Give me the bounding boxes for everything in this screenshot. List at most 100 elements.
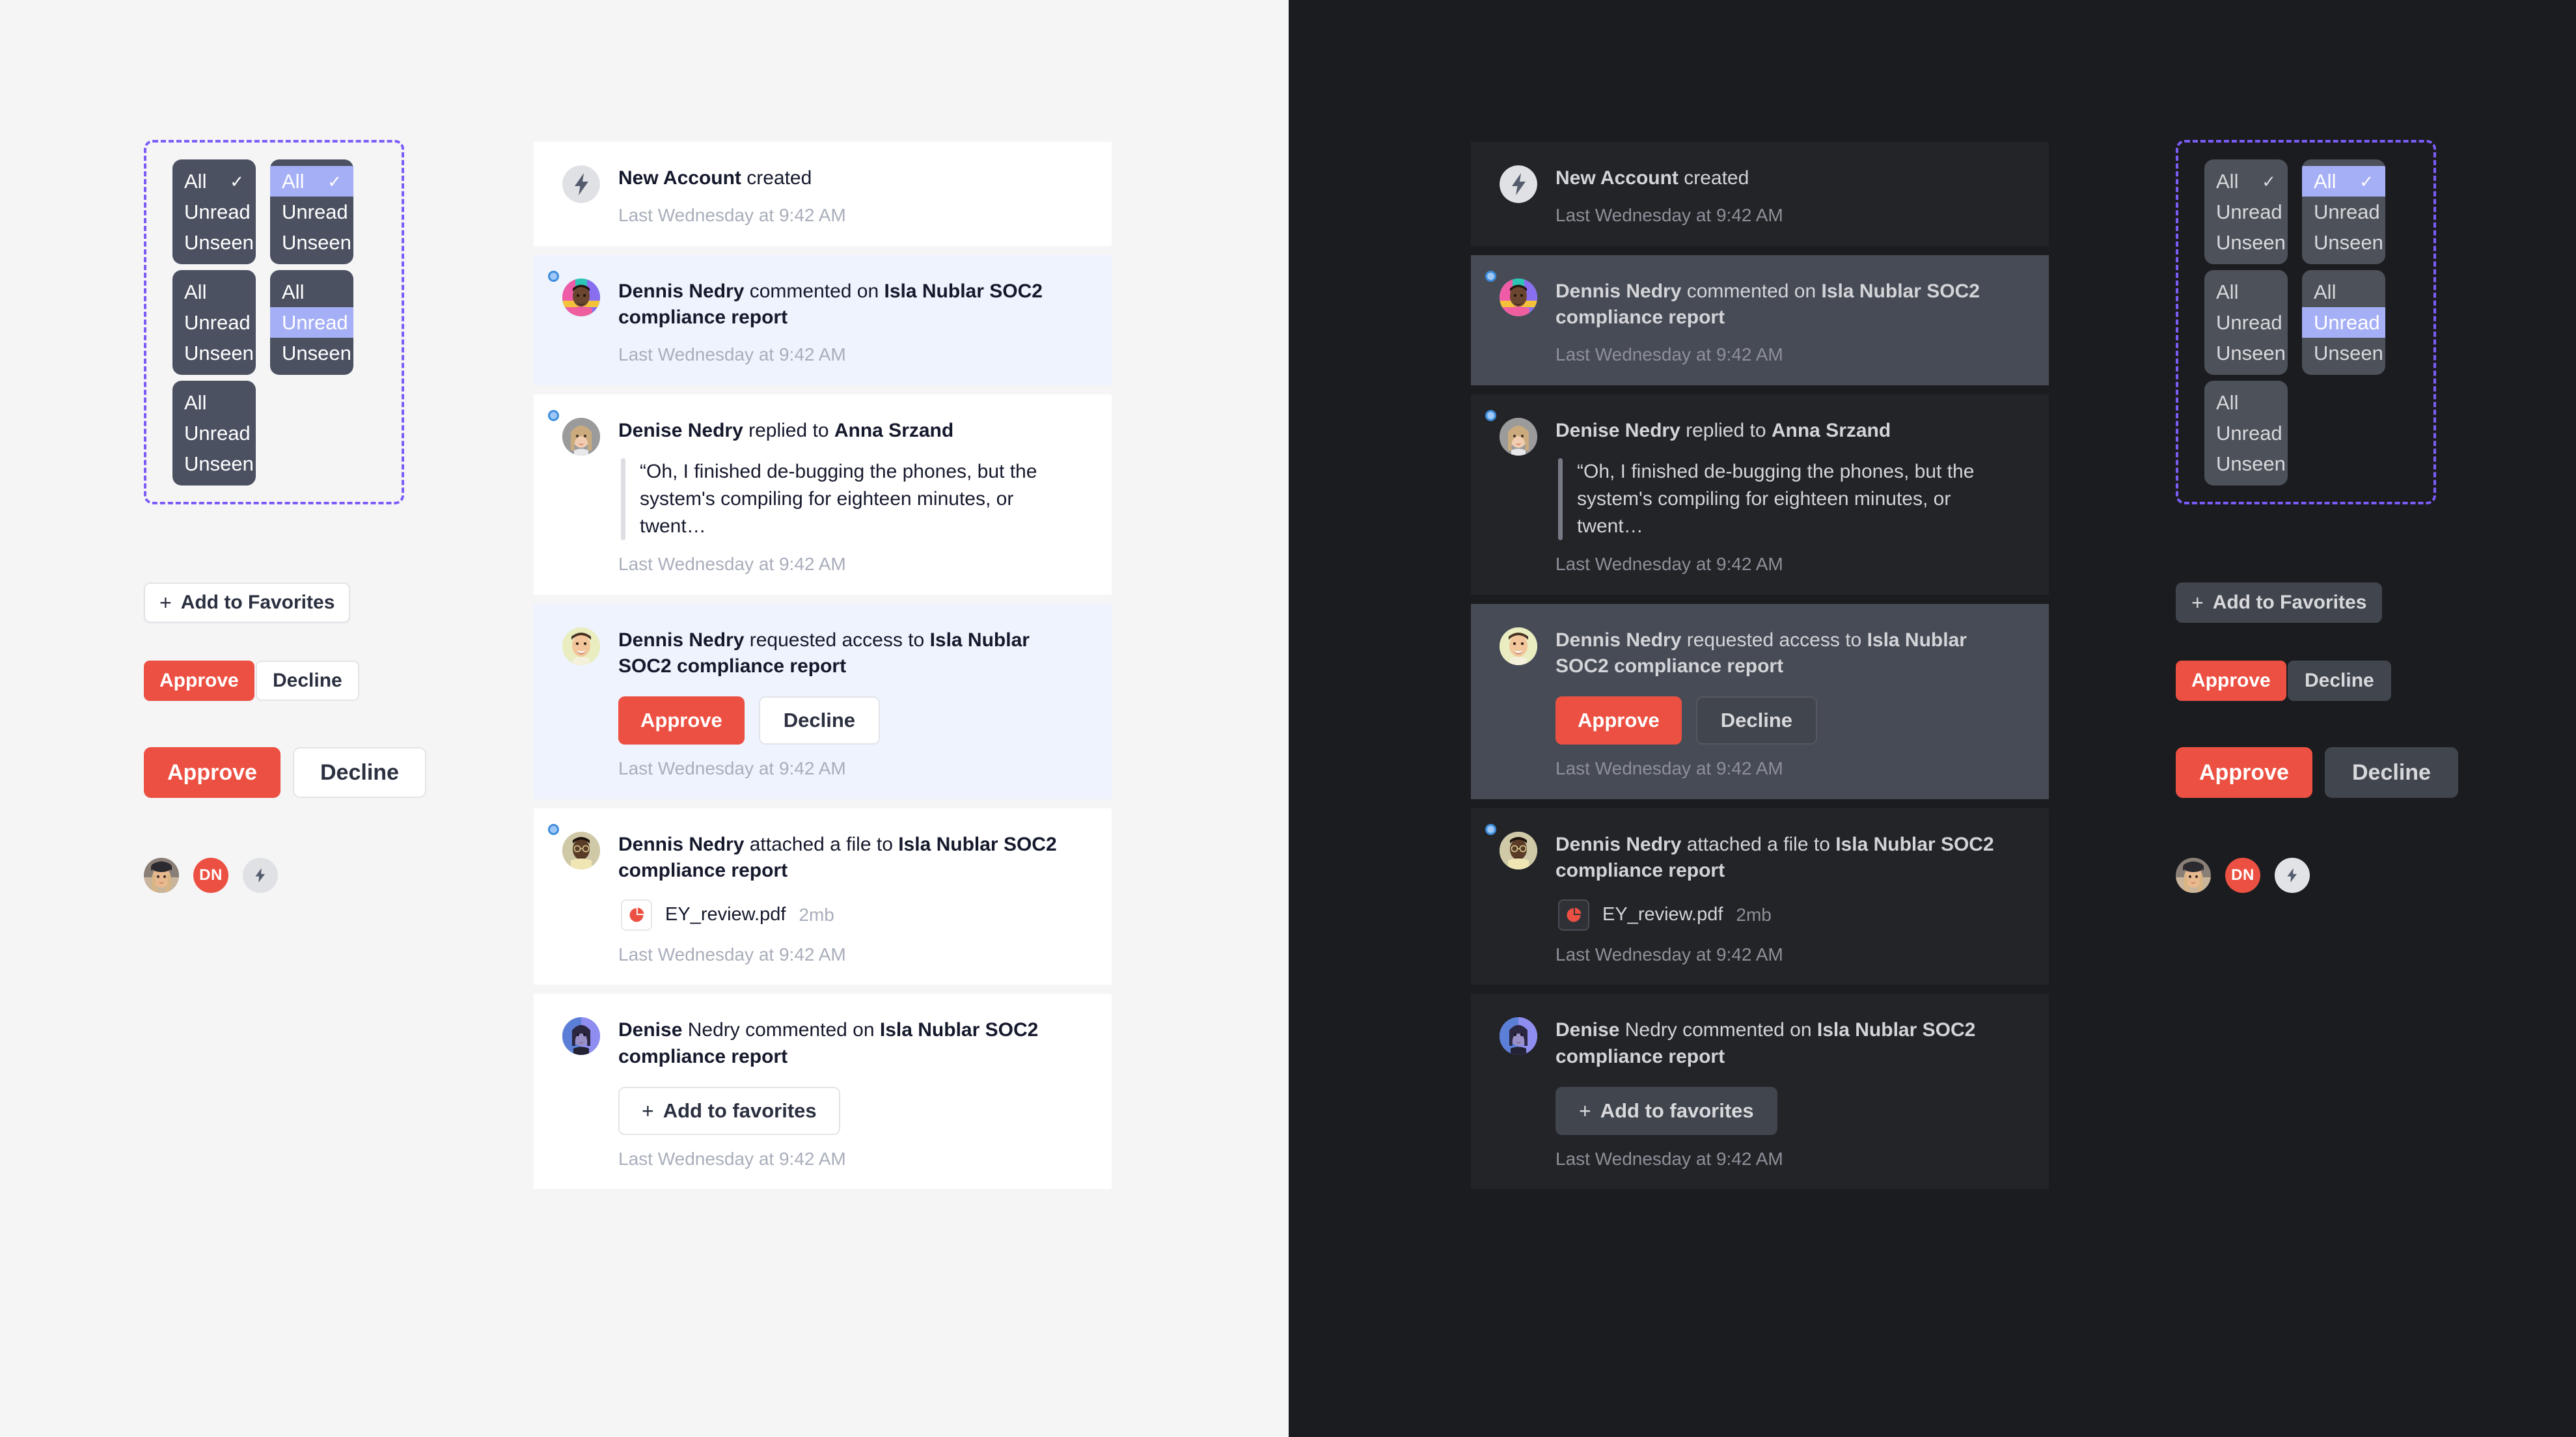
dropdown-option-unread[interactable]: Unread✓ — [2302, 197, 2385, 227]
dropdown-menu-all-checked-highlighted-dark[interactable]: All ✓ Unread✓Unseen✓ — [2302, 159, 2385, 265]
notification-card-denise-commented-light[interactable]: Denise Nedry commented on Isla Nublar SO… — [534, 994, 1112, 1190]
dropdown-option-unseen[interactable]: Unseen✓ — [270, 338, 353, 368]
notification-timestamp: Last Wednesday at 9:42 AM — [618, 1148, 846, 1169]
decline-button-large-dark[interactable]: Decline — [2325, 747, 2458, 798]
dropdown-option-unread[interactable]: Unread✓ — [270, 197, 353, 227]
dropdown-option-unseen[interactable]: Unseen✓ — [2204, 227, 2288, 258]
approve-button-large-dark[interactable]: Approve — [2176, 747, 2312, 798]
add-to-favorites-button[interactable]: + Add to favorites — [1555, 1086, 1777, 1135]
notification-card-dennis-attached-file-light[interactable]: Dennis Nedry attached a file to Isla Nub… — [534, 808, 1112, 985]
approve-button-large-light[interactable]: Approve — [144, 747, 281, 798]
dropdown-option-unread[interactable]: Unread✓ — [2204, 307, 2288, 338]
pdf-icon — [621, 899, 652, 931]
notification-card-dennis-commented-light[interactable]: Dennis Nedry commented on Isla Nublar SO… — [534, 254, 1112, 385]
dropdown-option-unseen[interactable]: Unseen✓ — [172, 227, 256, 258]
notification-card-dennis-requested-access-dark[interactable]: Dennis Nedry requested access to Isla Nu… — [1471, 603, 2049, 799]
decline-button[interactable]: Decline — [758, 696, 881, 745]
dropdown-option-all[interactable]: All✓ — [172, 166, 256, 197]
dropdown-menu-unread-checked-light[interactable]: All✓Unread✓Unseen✓ — [172, 270, 256, 376]
dropdown-option-unseen[interactable]: Unseen✓ — [2302, 227, 2385, 258]
dropdown-option-unseen[interactable]: Unseen✓ — [172, 338, 256, 368]
approve-button-small-light[interactable]: Approve — [144, 661, 254, 701]
dropdown-menu-all-checked-dark[interactable]: All ✓ Unread✓Unseen✓ — [2204, 159, 2288, 265]
add-to-favorites-button-dark[interactable]: + Add to Favorites — [2176, 582, 2383, 623]
unread-indicator-dot — [548, 823, 559, 835]
notification-card-new-account-dark[interactable]: New Account created Last Wednesday at 9:4… — [1471, 142, 2049, 246]
decline-button[interactable]: Decline — [1695, 696, 1818, 745]
dropdown-option-all[interactable]: All✓ — [172, 387, 256, 418]
dropdown-option-label: Unread — [2314, 200, 2380, 224]
dropdown-option-all[interactable]: All✓ — [2302, 277, 2385, 307]
notification-card-dennis-commented-dark[interactable]: Dennis Nedry commented on Isla Nublar SO… — [1471, 254, 2049, 385]
plus-icon: + — [1579, 1099, 1591, 1123]
dropdown-option-all[interactable]: All✓ — [270, 277, 353, 307]
dropdown-option-unread[interactable]: Unread✓ — [172, 307, 256, 338]
dropdown-option-unread[interactable]: Unread✓ — [270, 307, 353, 338]
decline-button-small-light[interactable]: Decline — [256, 661, 359, 701]
notification-card-dennis-requested-access-light[interactable]: Dennis Nedry requested access to Isla Nu… — [534, 603, 1112, 799]
notification-title: Dennis Nedry attached a file to Isla Nub… — [1555, 832, 2020, 884]
notification-card-denise-commented-dark[interactable]: Denise Nedry commented on Isla Nublar SO… — [1471, 994, 2049, 1190]
avatar-initials-dn: DN — [193, 858, 228, 893]
approve-button[interactable]: Approve — [1555, 696, 1682, 745]
dropdown-menu-unseen-checked-dark[interactable]: All✓Unread✓Unseen✓ — [2204, 381, 2288, 486]
dropdown-option-all[interactable]: All✓ — [270, 166, 353, 197]
dropdown-option-label: Unseen — [282, 231, 351, 254]
notification-card-denise-replied-dark[interactable]: Denise Nedry replied to Anna Srzand “Oh, … — [1471, 394, 2049, 595]
dropdown-menu-unread-checked-dark[interactable]: All✓Unread✓Unseen✓ — [2204, 270, 2288, 376]
dropdown-option-all[interactable]: All✓ — [2204, 387, 2288, 418]
approve-button[interactable]: Approve — [618, 696, 745, 745]
dropdown-option-label: Unseen — [2216, 452, 2286, 476]
dropdown-option-all[interactable]: All✓ — [172, 277, 256, 307]
dropdown-option-unseen[interactable]: Unseen✓ — [172, 448, 256, 479]
notification-title: Dennis Nedry requested access to Isla Nu… — [1555, 627, 2020, 679]
notification-card-denise-replied-light[interactable]: Denise Nedry replied to Anna Srzand “Oh, … — [534, 394, 1112, 595]
check-icon: ✓ — [327, 171, 342, 191]
avatar-photo-dennis-colorful — [1500, 278, 1537, 316]
dropdown-option-unread[interactable]: Unread✓ — [2204, 418, 2288, 448]
approve-button-small-dark[interactable]: Approve — [2176, 661, 2286, 701]
notification-card-dennis-attached-file-dark[interactable]: Dennis Nedry attached a file to Isla Nub… — [1471, 808, 2049, 985]
title-emphasis: Dennis Nedry — [618, 629, 745, 651]
title-emphasis: Denise Nedry — [618, 419, 743, 441]
dropdown-option-label: Unread — [2216, 311, 2282, 335]
file-attachment[interactable]: EY_review.pdf 2mb — [618, 899, 1083, 931]
title-emphasis: Anna Srzand — [1771, 419, 1891, 441]
dropdown-menu-all-checked-light[interactable]: All ✓ Unread✓Unseen✓ — [172, 159, 256, 265]
add-to-favorites-button[interactable]: + Add to favorites — [618, 1086, 840, 1135]
dropdown-option-label: Unseen — [2216, 231, 2286, 254]
dropdown-option-label: All — [184, 391, 207, 414]
title-text: replied to — [1680, 419, 1772, 441]
dropdown-option-unread[interactable]: Unread✓ — [172, 418, 256, 448]
dropdown-option-all[interactable]: All✓ — [2302, 166, 2385, 197]
dropdown-option-unseen[interactable]: Unseen✓ — [2204, 448, 2288, 479]
avatar-initials-dn: DN — [2225, 858, 2260, 893]
dropdown-menu-unseen-checked-unread-highlighted-dark[interactable]: All✓Unread✓Unseen✓ — [2302, 270, 2385, 376]
decline-button-large-light[interactable]: Decline — [293, 747, 426, 798]
file-size: 2mb — [1736, 904, 1772, 925]
add-to-favorites-button-light[interactable]: + Add to Favorites — [144, 582, 351, 623]
dropdown-option-unread[interactable]: Unread✓ — [172, 197, 256, 227]
dropdown-option-unread[interactable]: Unread✓ — [2302, 307, 2385, 338]
title-text: created — [1678, 167, 1749, 189]
dropdown-option-all[interactable]: All✓ — [2204, 166, 2288, 197]
dropdown-option-unseen[interactable]: Unseen✓ — [2204, 338, 2288, 368]
dropdown-option-unseen[interactable]: Unseen✓ — [270, 227, 353, 258]
title-emphasis: Dennis Nedry — [618, 280, 745, 302]
dropdown-menu-unseen-checked-light[interactable]: All✓Unread✓Unseen✓ — [172, 381, 256, 486]
dropdown-option-unseen[interactable]: Unseen✓ — [2302, 338, 2385, 368]
title-emphasis: Dennis Nedry — [618, 833, 745, 855]
dropdown-option-all[interactable]: All✓ — [2204, 277, 2288, 307]
dropdown-menu-unseen-checked-unread-highlighted-light[interactable]: All✓Unread✓Unseen✓ — [270, 270, 353, 376]
avatar-bolt-icon — [2275, 858, 2310, 893]
file-size: 2mb — [799, 904, 834, 925]
avatar-photo-woman-beanie — [144, 858, 179, 893]
decline-button-small-dark[interactable]: Decline — [2288, 661, 2391, 701]
notification-title: Dennis Nedry requested access to Isla Nu… — [618, 627, 1083, 679]
file-attachment[interactable]: EY_review.pdf 2mb — [1555, 899, 2020, 931]
dropdown-option-label: Unread — [2216, 422, 2282, 445]
unread-indicator-dot — [548, 409, 559, 421]
dropdown-menu-all-checked-highlighted-light[interactable]: All ✓ Unread✓Unseen✓ — [270, 159, 353, 265]
dropdown-option-unread[interactable]: Unread✓ — [2204, 197, 2288, 227]
notification-card-new-account-light[interactable]: New Account created Last Wednesday at 9:4… — [534, 142, 1112, 246]
